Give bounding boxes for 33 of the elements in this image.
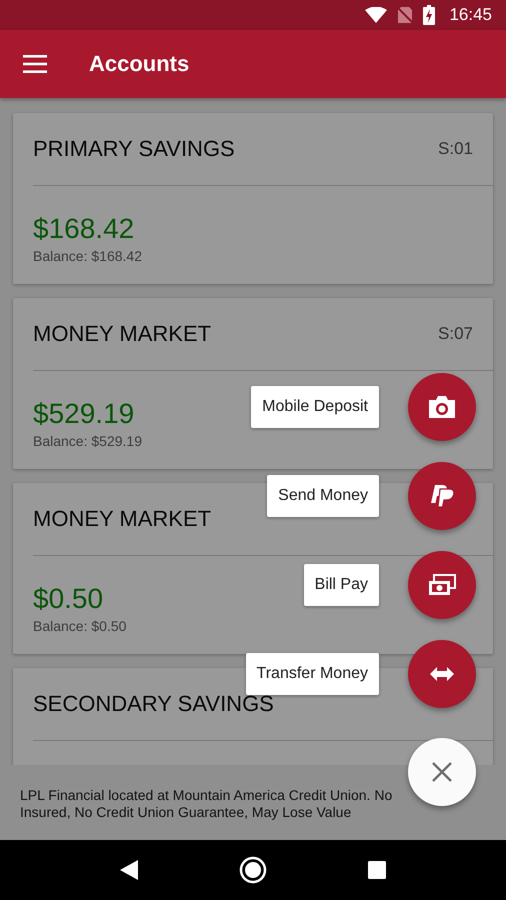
account-name: PRIMARY SAVINGS: [33, 136, 235, 162]
action-label[interactable]: Mobile Deposit: [251, 386, 379, 428]
wifi-icon: [365, 7, 388, 23]
double-arrow-icon: [430, 667, 454, 681]
action-label[interactable]: Send Money: [267, 475, 379, 517]
account-code: S:01: [438, 139, 473, 159]
account-name: MONEY MARKET: [33, 321, 212, 347]
close-icon: [432, 762, 452, 782]
disclaimer-text: Insured, No Credit Union Guarantee, May Lose Value: [20, 804, 352, 821]
screen-title: Accounts: [89, 51, 190, 77]
no-sim-icon: [397, 6, 414, 24]
recents-icon[interactable]: [368, 861, 386, 879]
menu-icon[interactable]: [23, 55, 47, 73]
home-icon[interactable]: [238, 856, 267, 884]
account-code: S:07: [438, 324, 473, 344]
money-stack-icon: [428, 574, 456, 596]
camera-icon: [427, 395, 457, 419]
paypal-icon: [429, 483, 455, 509]
account-balance: Balance: $0.50: [33, 618, 126, 634]
battery-charging-icon: [423, 5, 436, 25]
action-label[interactable]: Bill Pay: [304, 564, 379, 606]
account-amount: $168.42: [33, 212, 134, 246]
account-amount: $0.50: [33, 582, 104, 616]
account-name: MONEY MARKET: [33, 506, 212, 532]
account-card[interactable]: PRIMARY SAVINGS S:01 $168.42 Balance: $168.42: [13, 113, 493, 284]
disclaimer-text: LPL Financial located at Mountain America Credit Union. No: [20, 787, 394, 804]
back-icon[interactable]: [120, 860, 138, 880]
status-time: 16:45: [449, 5, 492, 25]
close-button[interactable]: [408, 738, 476, 806]
action-label[interactable]: Transfer Money: [246, 653, 379, 695]
account-balance: Balance: $529.19: [33, 433, 142, 449]
account-balance: Balance: $168.42: [33, 248, 142, 264]
account-amount: $529.19: [33, 397, 134, 431]
